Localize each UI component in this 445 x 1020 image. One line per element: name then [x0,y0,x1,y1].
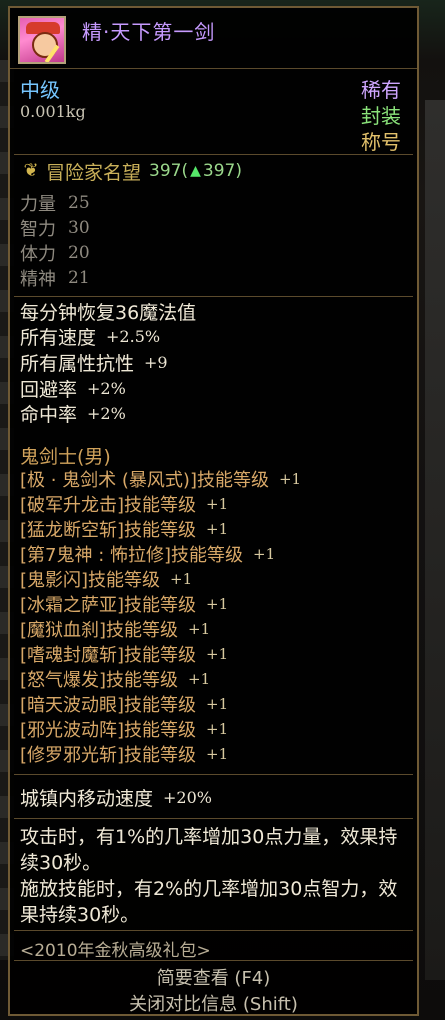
close-compare-button[interactable]: 关闭对比信息 (Shift) [10,990,417,1016]
effect-value: +2.5% [106,326,161,346]
divider [14,154,413,155]
stat-strength: 力量 25 [20,190,90,216]
fame-label: 冒险家名望 [46,161,142,184]
skill-value: +1 [278,470,302,488]
proc-description: 攻击时，有1%的几率增加30点力量，效果持续30秒。 [20,826,398,874]
item-seal-status: 封装 [361,104,401,128]
skill-line: [邪光波动阵]技能等级 +1 [20,716,228,742]
skill-line: [暗天波动眼]技能等级 +1 [20,691,228,717]
package-source: <2010年金秋高级礼包> [20,941,211,961]
skill-value: +1 [253,545,276,563]
skill-label: [修罗邪光斩]技能等级 [20,745,197,766]
skill-label: [怒气爆发]技能等级 [20,670,179,691]
item-type: 称号 [361,130,401,154]
stat-label: 智力 [20,219,56,240]
divider [14,774,413,775]
skill-value: +1 [206,645,229,663]
skill-label: [邪光波动阵]技能等级 [20,720,197,741]
effect-line: 命中率 +2% [20,400,126,426]
class-requirement: 鬼剑士(男) [20,446,111,468]
effect-value: +9 [144,352,168,372]
effect-label: 回避率 [20,378,78,401]
skill-line: [鬼影闪]技能等级 +1 [20,566,192,592]
stat-value: 25 [68,193,90,213]
divider [14,930,413,931]
stat-value: 21 [68,268,90,288]
item-rarity: 稀有 [361,78,401,102]
stat-intelligence: 智力 30 [20,215,90,241]
stat-label: 体力 [20,244,56,265]
skill-label: [第7鬼神 : 怖拉修]技能等级 [20,545,244,566]
effect-label: 所有速度 [20,326,97,349]
stat-label: 力量 [20,194,56,215]
skill-label: [魔狱血刹]技能等级 [20,620,179,641]
skill-line: [嗜魂封魔斩]技能等级 +1 [20,641,228,667]
divider [14,818,413,819]
skill-line: [破军升龙击]技能等级 +1 [20,491,228,517]
skill-value: +1 [188,620,211,638]
effect-label: 所有属性抗性 [20,352,135,375]
effect-label: 城镇内移动速度 [20,787,154,810]
skill-value: +1 [206,695,229,713]
item-weight: 0.001kg [20,102,86,121]
effect-value: +20% [163,787,212,807]
town-speed-line: 城镇内移动速度 +20% [20,784,212,810]
item-name: 精·天下第一剑 [82,20,216,44]
skill-label: [暗天波动眼]技能等级 [20,695,197,716]
skill-line: [怒气爆发]技能等级 +1 [20,666,210,692]
fame-row: ❦ 冒险家名望 397( ▲ 397) [20,158,242,184]
skill-label: [极 · 鬼剑术 (暴风式)]技能等级 [20,470,269,491]
skill-value: +1 [206,720,229,738]
swordsman-portrait-icon [18,16,66,64]
skill-label: [冰霜之萨亚]技能等级 [20,595,197,616]
skill-line: [极 · 鬼剑术 (暴风式)]技能等级 +1 [20,466,301,492]
up-arrow-icon: ▲ [190,163,201,179]
skill-value: +1 [206,595,229,613]
background-ui-right [425,100,445,980]
effect-label: 每分钟恢复36魔法值 [20,301,197,324]
skill-value: +1 [188,670,211,688]
skill-line: [冰霜之萨亚]技能等级 +1 [20,591,228,617]
stat-value: 20 [68,243,90,263]
skill-label: [嗜魂封魔斩]技能等级 [20,645,197,666]
stat-vitality: 体力 20 [20,240,90,266]
skill-label: [鬼影闪]技能等级 [20,570,161,591]
skill-value: +1 [206,745,229,763]
effect-value: +2% [87,403,126,423]
skill-label: [破军升龙击]技能等级 [20,495,197,516]
fame-value: 397( [149,161,189,181]
stat-spirit: 精神 21 [20,265,90,291]
item-tooltip: 精·天下第一剑 中级 0.001kg 稀有 封装 称号 ❦ 冒险家名望 397(… [8,6,419,1016]
stat-label: 精神 [20,269,56,290]
skill-value: +1 [170,570,193,588]
skill-value: +1 [206,520,229,538]
effect-line: 每分钟恢复36魔法值 [20,298,196,324]
skill-line: [魔狱血刹]技能等级 +1 [20,616,210,642]
item-grade: 中级 [20,78,60,102]
effect-label: 命中率 [20,403,78,426]
proc-description: 施放技能时，有2%的几率增加30点智力，效果持续30秒。 [20,878,398,926]
tooltip-header: 精·天下第一剑 [10,8,417,69]
skill-label: [猛龙断空斩]技能等级 [20,520,197,541]
brief-view-button[interactable]: 简要查看 (F4) [10,964,417,990]
divider [14,960,413,961]
effect-line: 回避率 +2% [20,375,126,401]
fame-delta: 397) [202,161,242,181]
laurel-crest-icon: ❦ [23,160,39,181]
stat-value: 30 [68,218,90,238]
effect-value: +2% [87,378,126,398]
effect-line: 所有属性抗性 +9 [20,349,168,375]
skill-value: +1 [206,495,229,513]
effect-line: 所有速度 +2.5% [20,323,160,349]
skill-line: [猛龙断空斩]技能等级 +1 [20,516,228,542]
skill-line: [修罗邪光斩]技能等级 +1 [20,741,228,767]
skill-line: [第7鬼神 : 怖拉修]技能等级 +1 [20,541,275,567]
